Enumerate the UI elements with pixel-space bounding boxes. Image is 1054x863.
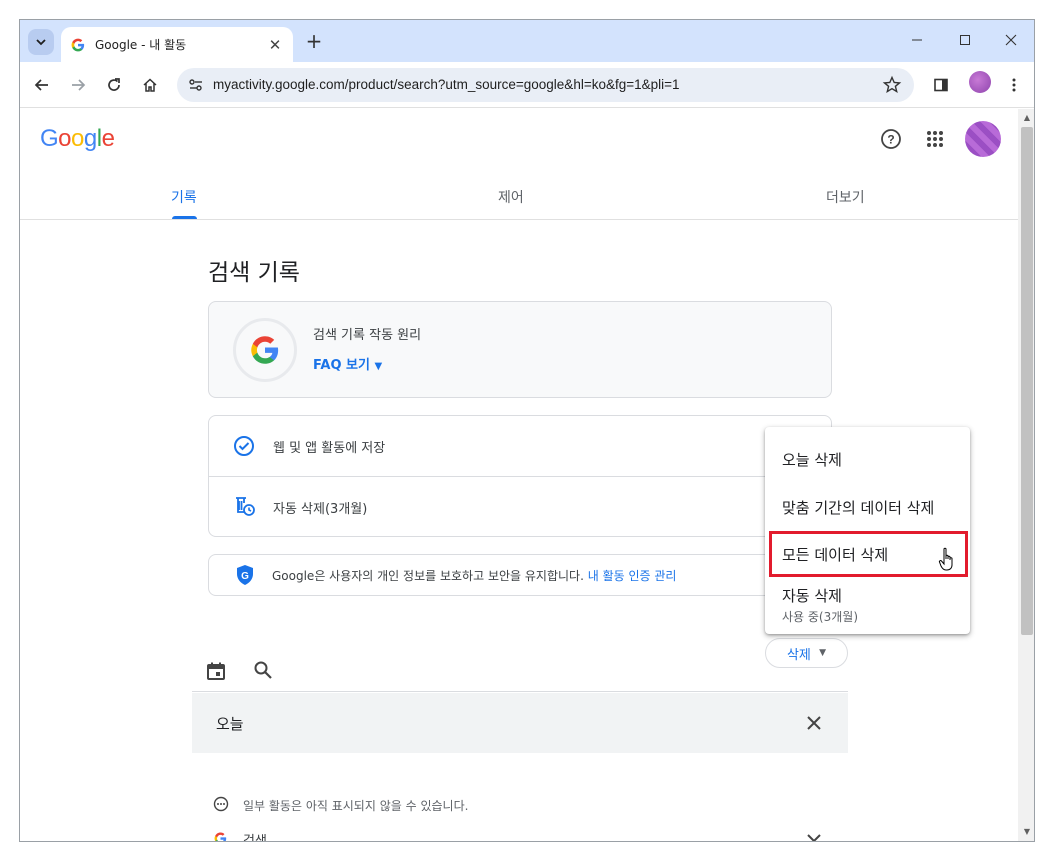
maximize-icon	[960, 35, 970, 45]
menu-item-auto-delete[interactable]: 자동 삭제	[782, 585, 842, 606]
today-label: 오늘	[216, 715, 244, 733]
active-tab-indicator	[172, 216, 197, 219]
search-icon[interactable]	[253, 660, 273, 680]
menu-item-delete-all[interactable]: 모든 데이터 삭제	[782, 544, 888, 565]
minimize-button[interactable]	[894, 26, 940, 54]
web-app-activity-setting[interactable]: 웹 및 앱 활동에 저장	[273, 437, 385, 456]
tab-title: Google - 내 활동	[95, 38, 187, 52]
scroll-down-icon[interactable]: ▼	[1022, 827, 1032, 837]
tab-more[interactable]: 더보기	[826, 187, 865, 207]
auto-delete-setting[interactable]: 자동 삭제(3개월)	[273, 498, 367, 517]
chevron-down-icon	[36, 39, 46, 46]
nav-tabs: 기록 제어 더보기	[20, 175, 1018, 220]
privacy-card: G Google은 사용자의 개인 정보를 보호하고 보안을 유지합니다. 내 …	[208, 554, 832, 596]
bookmark-star-icon[interactable]	[882, 75, 902, 95]
reload-icon	[108, 78, 120, 91]
menu-item-delete-custom-range[interactable]: 맞춤 기간의 데이터 삭제	[782, 497, 934, 518]
faq-link[interactable]: FAQ 보기 ▼	[313, 354, 382, 373]
info-heading: 검색 기록 작동 원리	[313, 328, 422, 343]
settings-card: 웹 및 앱 활동에 저장 자동 삭제(3개월)	[208, 415, 832, 537]
close-window-button[interactable]	[988, 26, 1034, 54]
info-card: 검색 기록 작동 원리 FAQ 보기 ▼	[208, 301, 832, 398]
hand-pointer-icon	[938, 547, 953, 571]
arrow-left-icon	[34, 79, 48, 91]
check-circle-icon	[234, 436, 254, 456]
delete-item-icon[interactable]	[806, 833, 822, 842]
more-horiz-circle-icon	[213, 796, 229, 812]
tab-history[interactable]: 기록	[171, 187, 197, 207]
history-g-icon	[233, 318, 297, 382]
home-button[interactable]	[136, 71, 164, 99]
delete-button-label: 삭제	[786, 647, 811, 663]
browser-tab[interactable]: Google - 내 활동 ✕	[61, 27, 293, 62]
delete-button[interactable]: 삭제 ▼	[765, 638, 848, 668]
back-button[interactable]	[28, 71, 56, 99]
address-bar[interactable]: myactivity.google.com/product/search?utm…	[177, 68, 914, 102]
svg-text:?: ?	[887, 133, 894, 147]
page-content: Google ? 기록 제어 더보기 검색 기록 검색 기록 작동 원리 FAQ…	[20, 109, 1018, 842]
activity-notice: 일부 활동은 아직 표시되지 않을 수 있습니다.	[243, 799, 469, 813]
divider	[192, 691, 848, 692]
menu-button[interactable]	[1000, 71, 1028, 99]
auto-delete-status: 사용 중(3개월)	[782, 610, 859, 624]
scroll-thumb[interactable]	[1021, 127, 1033, 635]
auto-delete-icon	[236, 497, 255, 516]
shield-icon: G	[237, 565, 253, 585]
caret-down-icon: ▼	[374, 361, 383, 372]
menu-item-delete-today[interactable]: 오늘 삭제	[782, 449, 842, 470]
maximize-button[interactable]	[942, 26, 988, 54]
calendar-icon[interactable]	[206, 661, 226, 681]
google-g-icon	[214, 832, 227, 841]
activity-verification-link[interactable]: 내 활동 인증 관리	[588, 569, 677, 583]
profile-avatar[interactable]	[969, 71, 991, 93]
apps-grid-icon[interactable]	[924, 128, 946, 150]
privacy-text: Google은 사용자의 개인 정보를 보호하고 보안을 유지합니다. 내 활동…	[272, 569, 677, 583]
site-settings-icon[interactable]	[187, 76, 205, 94]
today-header: 오늘	[192, 693, 848, 753]
help-icon[interactable]: ?	[880, 128, 902, 150]
side-panel-icon	[934, 78, 948, 92]
svg-text:G: G	[241, 571, 249, 582]
tab-close-icon[interactable]: ✕	[265, 35, 285, 55]
google-favicon-icon	[71, 38, 85, 51]
delete-menu: 오늘 삭제 맞춤 기간의 데이터 삭제 모든 데이터 삭제 자동 삭제 사용 중…	[765, 427, 970, 634]
scroll-up-icon[interactable]: ▲	[1022, 113, 1032, 123]
new-tab-button[interactable]: +	[302, 29, 326, 53]
browser-toolbar: myactivity.google.com/product/search?utm…	[20, 62, 1034, 108]
side-panel-button[interactable]	[927, 71, 955, 99]
url-text: myactivity.google.com/product/search?utm…	[213, 77, 680, 92]
home-icon	[143, 78, 157, 92]
forward-button[interactable]	[64, 71, 92, 99]
tab-search-button[interactable]	[28, 29, 54, 55]
minimize-icon	[912, 39, 922, 41]
google-logo[interactable]: Google	[40, 125, 115, 153]
reload-button[interactable]	[100, 71, 128, 99]
caret-down-icon: ▼	[819, 648, 827, 658]
page-scrollbar[interactable]: ▲ ▼	[1018, 109, 1034, 841]
account-avatar[interactable]	[965, 121, 1001, 157]
delete-today-icon[interactable]	[806, 715, 822, 731]
divider	[209, 476, 831, 477]
search-activity-item[interactable]: 검색	[243, 830, 267, 841]
title-bar: Google - 내 활동 ✕ +	[20, 20, 1034, 62]
tab-controls[interactable]: 제어	[498, 187, 524, 207]
more-vert-icon	[1012, 78, 1016, 92]
arrow-right-icon	[72, 79, 86, 91]
close-icon	[1005, 34, 1017, 46]
browser-window: Google - 내 활동 ✕ + myactivity.google.com/…	[19, 19, 1035, 842]
page-title: 검색 기록	[208, 260, 300, 286]
